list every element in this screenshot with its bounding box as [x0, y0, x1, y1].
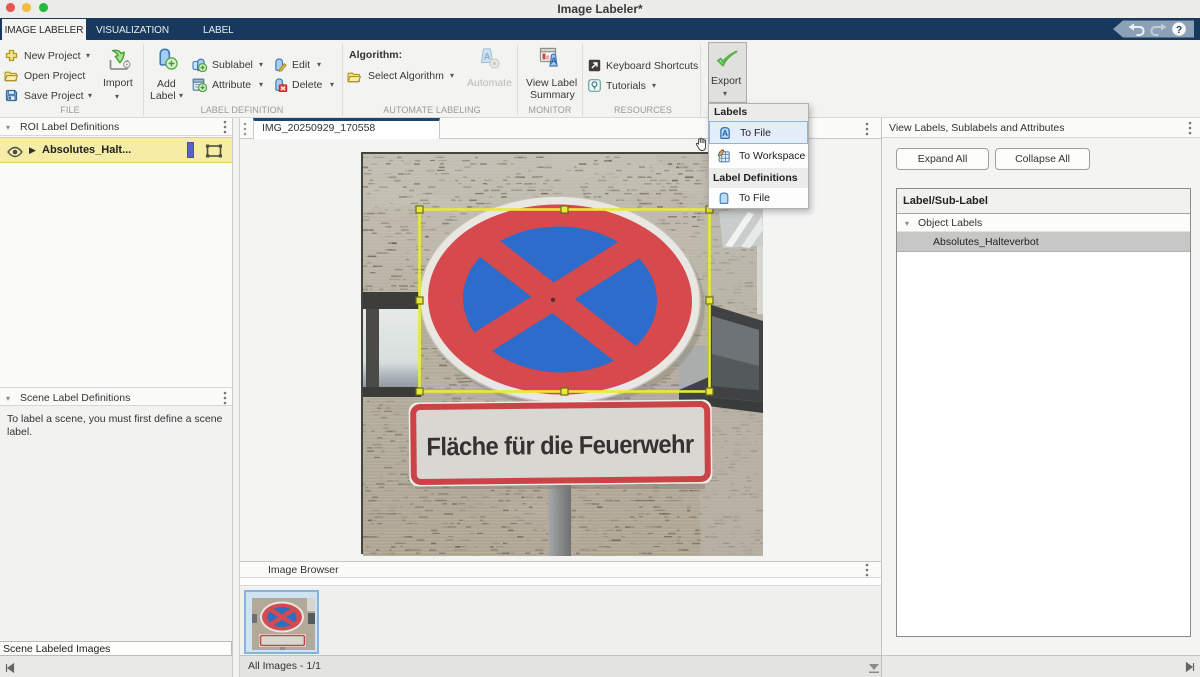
svg-text:Fläche für die Feuerwehr: Fläche für die Feuerwehr	[426, 431, 694, 462]
svg-text:A: A	[484, 52, 491, 63]
svg-text:?: ?	[1176, 25, 1182, 36]
svg-text:A: A	[551, 56, 557, 66]
svg-text:A: A	[722, 129, 728, 138]
